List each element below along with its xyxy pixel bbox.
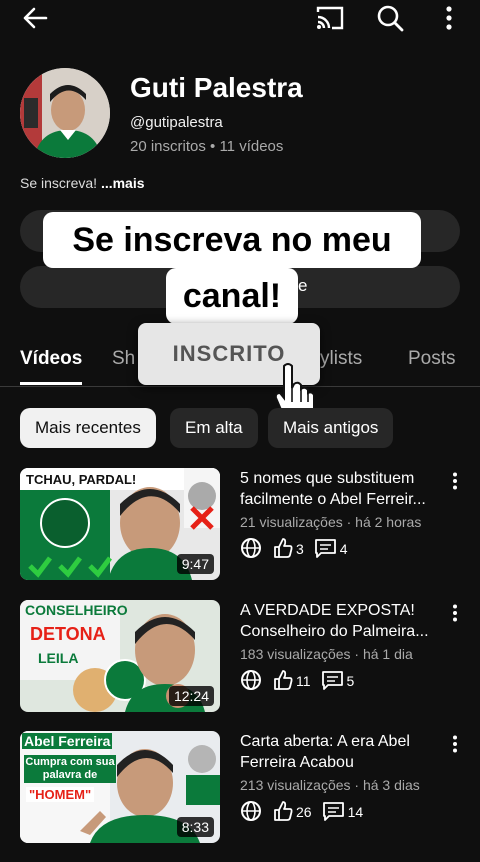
- video-duration: 9:47: [176, 554, 214, 574]
- thumb-up-icon: [272, 537, 294, 562]
- globe-icon: [240, 537, 262, 562]
- more-vert-icon[interactable]: [445, 6, 453, 30]
- channel-stats: 20 inscritos • 11 vídeos: [130, 138, 284, 155]
- channel-description[interactable]: Se inscreva! ...mais: [20, 175, 145, 191]
- chip-oldest[interactable]: Mais antigos: [268, 408, 394, 448]
- thumbnail-caption: DETONA: [30, 624, 106, 644]
- thumbnail-caption: LEILA: [38, 650, 79, 666]
- thumbnail-caption: Abel Ferreira: [22, 733, 113, 749]
- overlay-title-line2: canal!: [166, 268, 298, 324]
- video-title[interactable]: A VERDADE EXPOSTA! Conselheiro do Palmei…: [240, 600, 445, 642]
- comment-count: 4: [339, 541, 348, 557]
- globe-icon: [240, 800, 262, 825]
- like-count: 26: [296, 804, 312, 820]
- tab-videos[interactable]: Vídeos: [20, 348, 82, 370]
- comment-icon: [314, 537, 338, 562]
- video-meta: 213 visualizações · há 3 dias: [240, 777, 420, 793]
- video-meta: 183 visualizações · há 1 dia: [240, 646, 413, 662]
- thumb-up-icon: [272, 669, 294, 694]
- search-icon[interactable]: [376, 4, 404, 32]
- comment-count: 14: [347, 804, 364, 820]
- like-count: 3: [296, 541, 304, 557]
- thumbnail-caption: TCHAU, PARDAL!: [26, 472, 137, 487]
- thumbnail-caption: "HOMEM": [26, 787, 95, 802]
- comment-icon: [321, 669, 345, 694]
- channel-handle: @gutipalestra: [130, 114, 223, 131]
- comment-count: 5: [346, 673, 355, 689]
- video-meta: 21 visualizações · há 2 horas: [240, 514, 422, 530]
- avatar[interactable]: [20, 68, 110, 158]
- overlay-title-line1: Se inscreva no meu: [43, 212, 421, 268]
- video-menu-icon[interactable]: [452, 735, 458, 758]
- chip-latest[interactable]: Mais recentes: [20, 408, 156, 448]
- channel-name: Guti Palestra: [130, 72, 303, 103]
- comment-icon: [322, 800, 346, 825]
- cast-icon[interactable]: [315, 5, 345, 31]
- tab-posts[interactable]: Posts: [408, 348, 456, 370]
- video-menu-icon[interactable]: [452, 472, 458, 495]
- video-title[interactable]: 5 nomes que substituem facilmente o Abel…: [240, 468, 445, 510]
- join-button-label: e: [298, 276, 308, 295]
- thumb-up-icon: [272, 800, 294, 825]
- video-duration: 12:24: [168, 686, 214, 706]
- video-menu-icon[interactable]: [452, 604, 458, 627]
- video-title[interactable]: Carta aberta: A era Abel Ferreira Acabou: [240, 731, 445, 773]
- video-thumbnail[interactable]: TCHAU, PARDAL! 9:47: [20, 468, 220, 580]
- tab-playlists[interactable]: ylists: [320, 348, 362, 370]
- video-stats: 26 14: [240, 800, 364, 825]
- tab-shorts[interactable]: Sh: [112, 348, 135, 370]
- video-item[interactable]: TCHAU, PARDAL! 9:47 5 nomes que substitu…: [0, 468, 480, 580]
- top-bar: [0, 0, 480, 40]
- video-thumbnail[interactable]: Abel Ferreira Cumpra com sua palavra de …: [20, 731, 220, 843]
- active-tab-indicator: [20, 382, 82, 385]
- video-item[interactable]: CONSELHEIRO DETONA LEILA 12:24 A VERDADE…: [0, 600, 480, 712]
- more-link[interactable]: ...mais: [101, 175, 145, 191]
- like-count: 11: [296, 673, 311, 689]
- thumbnail-caption: Cumpra com sua palavra de: [24, 755, 116, 783]
- back-arrow-icon[interactable]: [22, 6, 48, 30]
- description-text: Se inscreva!: [20, 175, 98, 191]
- video-thumbnail[interactable]: CONSELHEIRO DETONA LEILA 12:24: [20, 600, 220, 712]
- video-stats: 3 4: [240, 537, 348, 562]
- globe-icon: [240, 669, 262, 694]
- thumbnail-caption: CONSELHEIRO: [25, 602, 128, 618]
- video-stats: 11 5: [240, 669, 355, 694]
- chip-popular[interactable]: Em alta: [170, 408, 258, 448]
- video-item[interactable]: Abel Ferreira Cumpra com sua palavra de …: [0, 731, 480, 843]
- video-duration: 8:33: [176, 817, 214, 837]
